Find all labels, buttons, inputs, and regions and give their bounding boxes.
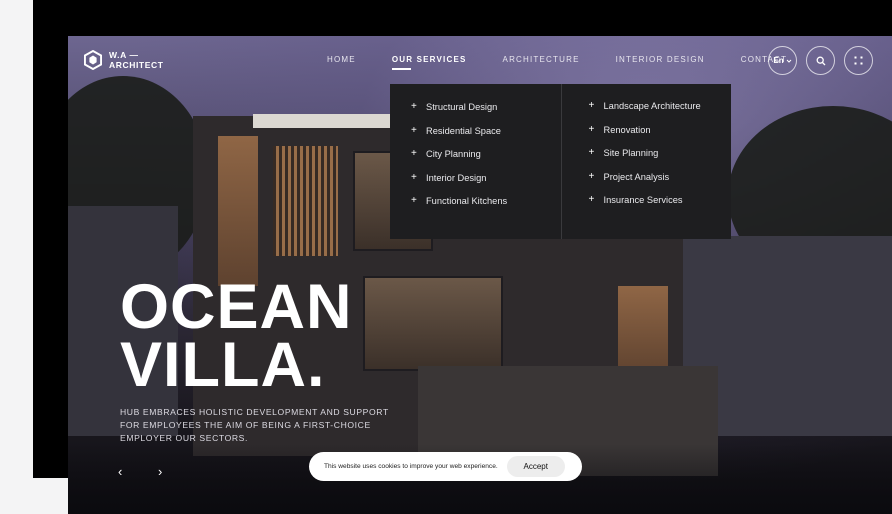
services-dropdown: + Structural Design + Residential Space + C… — [390, 84, 731, 239]
logo-hex-icon — [84, 50, 102, 70]
service-label: Structural Design — [426, 102, 498, 112]
service-label: Insurance Services — [603, 195, 683, 205]
villa-window-lower — [363, 276, 503, 371]
main-nav: HOME OUR SERVICES ARCHITECTURE INTERIOR … — [327, 55, 823, 70]
next-slide-button[interactable]: › — [158, 464, 162, 479]
villa-facade — [218, 136, 258, 286]
service-site-planning[interactable]: + Site Planning — [589, 148, 732, 172]
plus-icon: + — [411, 124, 417, 136]
service-insurance-services[interactable]: + Insurance Services — [589, 195, 732, 219]
cookie-message: This website uses cookies to improve you… — [324, 463, 498, 470]
language-label: En — [773, 56, 784, 65]
plus-icon: + — [588, 170, 595, 182]
logo-text: W.A — ARCHITECT — [109, 50, 164, 70]
service-project-analysis[interactable]: + Project Analysis — [588, 170, 732, 196]
plus-icon: + — [588, 100, 595, 111]
service-city-planning[interactable]: + City Planning — [411, 149, 561, 173]
chevron-down-icon — [786, 59, 791, 63]
plus-icon: + — [411, 101, 417, 112]
service-label: Site Planning — [603, 148, 659, 158]
services-column-1: + Structural Design + Residential Space + C… — [390, 84, 561, 239]
plus-icon: + — [411, 171, 417, 183]
accept-cookies-button[interactable]: Accept — [506, 456, 565, 477]
nav-architecture[interactable]: ARCHITECTURE — [503, 55, 580, 70]
villa-door — [618, 286, 668, 376]
service-label: Project Analysis — [603, 171, 670, 182]
service-residential-space[interactable]: + Residential Space — [411, 124, 561, 150]
language-button[interactable]: En — [768, 46, 797, 75]
service-label: City Planning — [426, 149, 481, 159]
service-structural-design[interactable]: + Structural Design — [411, 102, 561, 126]
service-functional-kitchens[interactable]: + Functional Kitchens — [411, 196, 561, 220]
service-label: Landscape Architecture — [603, 101, 701, 111]
nav-home[interactable]: HOME — [327, 55, 356, 70]
menu-grid-button[interactable] — [844, 46, 873, 75]
grid-icon — [854, 56, 863, 65]
hero-section: W.A — ARCHITECT HOME OUR SERVICES ARCHIT… — [68, 36, 892, 514]
search-button[interactable] — [806, 46, 835, 75]
hero-description-line-1: HUB EMBRACES HOLISTIC DEVELOPMENT AND SU… — [120, 407, 389, 417]
logo[interactable]: W.A — ARCHITECT — [84, 50, 164, 70]
service-renovation[interactable]: + Renovation — [588, 123, 732, 149]
services-column-2: + Landscape Architecture + Renovation + Sit… — [560, 84, 732, 239]
villa-slats — [273, 146, 338, 256]
service-interior-design[interactable]: + Interior Design — [411, 171, 561, 197]
cookie-banner: This website uses cookies to improve you… — [309, 452, 582, 481]
plus-icon: + — [588, 147, 595, 158]
hero-description-line-3: EMPLOYER OUR SECTORS. — [120, 433, 249, 443]
service-label: Residential Space — [426, 125, 501, 136]
logo-line-2: ARCHITECT — [109, 60, 164, 70]
hero-title: OCEAN VILLA. — [120, 272, 353, 400]
service-landscape-architecture[interactable]: + Landscape Architecture — [589, 101, 732, 125]
plus-icon: + — [411, 148, 417, 159]
plus-icon: + — [588, 194, 595, 205]
prev-slide-button[interactable]: ‹ — [118, 464, 122, 479]
service-label: Interior Design — [426, 172, 487, 183]
plus-icon: + — [588, 123, 595, 135]
logo-line-1: W.A — — [109, 50, 139, 60]
hero-title-line-1: OCEAN — [120, 272, 353, 342]
hero-description: HUB EMBRACES HOLISTIC DEVELOPMENT AND SU… — [120, 406, 390, 445]
hero-title-line-2: VILLA. — [120, 330, 326, 400]
service-label: Functional Kitchens — [426, 196, 508, 206]
nav-our-services[interactable]: OUR SERVICES — [391, 55, 467, 70]
search-icon — [816, 56, 825, 65]
service-label: Renovation — [603, 124, 651, 135]
hero-description-line-2: FOR EMPLOYEES THE AIM OF BEING A FIRST-C… — [120, 420, 371, 430]
nav-interior-design[interactable]: INTERIOR DESIGN — [616, 55, 705, 70]
plus-icon: + — [411, 195, 417, 206]
